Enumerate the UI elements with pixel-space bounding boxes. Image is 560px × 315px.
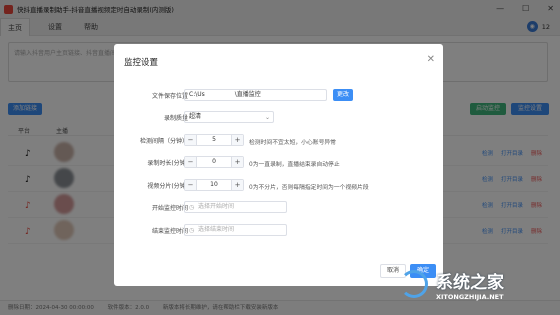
minus-icon[interactable]: −	[185, 180, 197, 190]
split-stepper[interactable]: − 10 +	[184, 179, 244, 191]
monitor-settings-dialog: 监控设置 ✕ 文件保存位置 C:\Us \直播监控 更改 录制质量 超清 ⌄ 检…	[114, 44, 443, 286]
plus-icon[interactable]: +	[231, 180, 243, 190]
quality-label: 录制质量	[163, 115, 188, 122]
interval-label: 检测间隔（分钟）	[139, 138, 188, 145]
duration-label: 录制时长(分钟)	[147, 160, 188, 167]
quality-select[interactable]: 超清 ⌄	[184, 111, 274, 123]
start-time-field[interactable]: ◷ 选择开始时间	[184, 201, 287, 213]
start-time-placeholder: 选择开始时间	[198, 203, 235, 210]
start-time-label: 开始监控时间	[151, 205, 188, 212]
dialog-title: 监控设置	[124, 58, 159, 68]
quality-value: 超清	[189, 113, 202, 120]
interval-hint: 检测时间不宜太短，小心账号异常	[249, 140, 336, 146]
save-path-field[interactable]: C:\Us \直播监控	[184, 89, 327, 101]
clock-icon: ◷	[189, 204, 195, 211]
duration-hint: 0为一直录制，直播结束录自动停止	[249, 162, 340, 168]
interval-value[interactable]: 5	[197, 135, 231, 145]
watermark-logo-icon	[400, 270, 428, 298]
plus-icon[interactable]: +	[231, 157, 243, 167]
split-hint: 0为不分片，否则每隔指定时间为一个视频片段	[249, 185, 369, 191]
minus-icon[interactable]: −	[185, 135, 197, 145]
split-value[interactable]: 10	[197, 180, 231, 190]
duration-stepper[interactable]: − 0 +	[184, 156, 244, 168]
chevron-down-icon: ⌄	[264, 114, 270, 121]
minus-icon[interactable]: −	[185, 157, 197, 167]
watermark-subtext: XITONGZHIJIA.NET	[436, 293, 504, 301]
end-time-field[interactable]: ◷ 选择结束时间	[184, 224, 287, 236]
watermark: 系统之家 XITONGZHIJIA.NET	[392, 262, 560, 315]
change-path-button[interactable]: 更改	[333, 89, 353, 101]
save-path-label: 文件保存位置	[151, 93, 188, 100]
end-time-label: 结束监控时间	[151, 228, 188, 235]
plus-icon[interactable]: +	[231, 135, 243, 145]
duration-value[interactable]: 0	[197, 157, 231, 167]
split-label: 视频分片(分钟)	[147, 183, 188, 190]
close-icon[interactable]: ✕	[427, 54, 435, 65]
end-time-placeholder: 选择结束时间	[198, 226, 235, 233]
watermark-text: 系统之家	[436, 273, 504, 293]
interval-stepper[interactable]: − 5 +	[184, 134, 244, 146]
clock-icon: ◷	[189, 227, 195, 234]
